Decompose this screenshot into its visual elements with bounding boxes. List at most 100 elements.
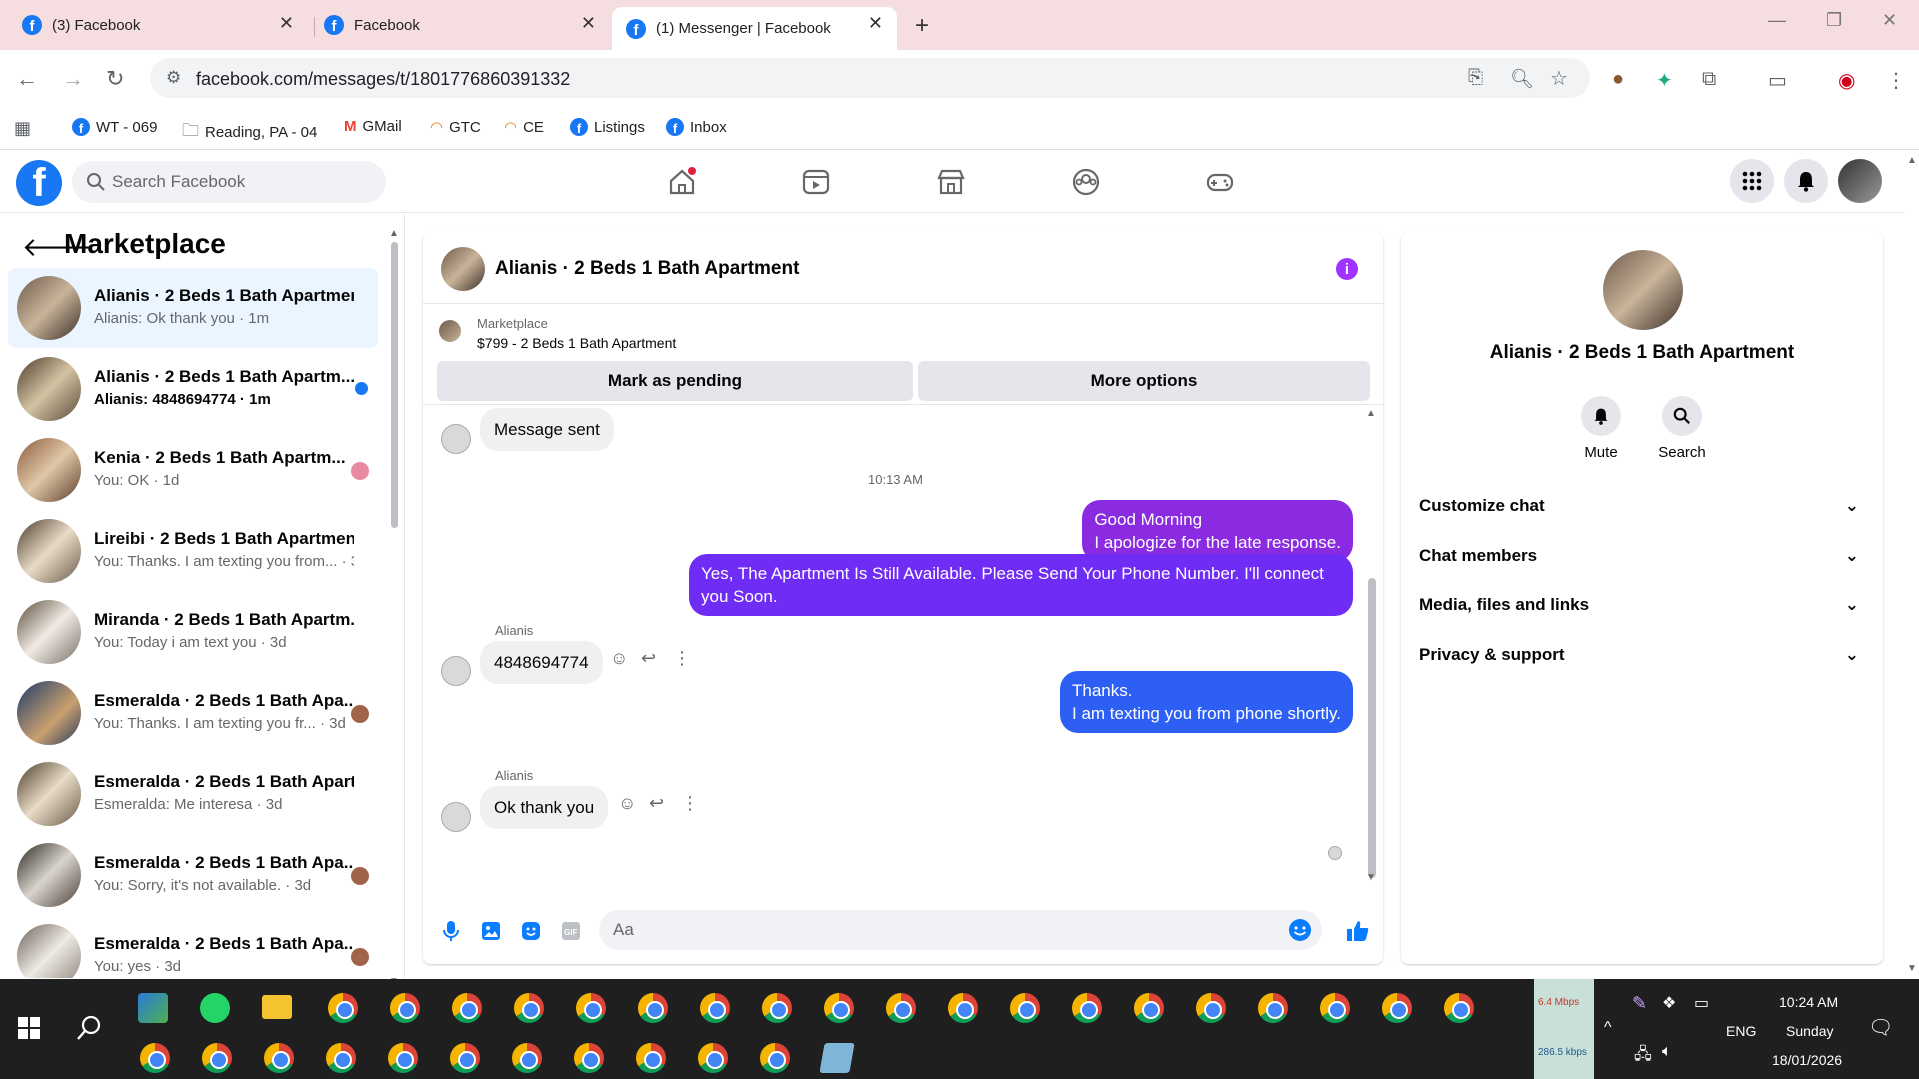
scrollbar-thumb[interactable] — [391, 242, 398, 528]
extension-icon[interactable]: ✦ — [1656, 68, 1673, 93]
battery-icon[interactable]: ▭ — [1694, 993, 1709, 1013]
chrome-window-icon[interactable] — [1258, 993, 1288, 1023]
video-nav-icon[interactable] — [801, 167, 831, 197]
chrome-window-icon[interactable] — [698, 1043, 728, 1073]
more-actions-icon[interactable]: ⋮ — [673, 648, 691, 669]
address-bar[interactable]: ⚙ facebook.com/messages/t/18017768603913… — [150, 58, 1590, 98]
file-explorer-icon[interactable] — [262, 995, 292, 1019]
bookmark-item[interactable]: 🗀 Reading, PA - 04 — [182, 118, 317, 147]
chrome-window-icon[interactable] — [576, 993, 606, 1023]
chrome-window-icon[interactable] — [450, 1043, 480, 1073]
chat-list-item[interactable]: Miranda · 2 Beds 1 Bath Apartm... You: T… — [8, 592, 378, 672]
chrome-window-icon[interactable] — [512, 1043, 542, 1073]
mute-button[interactable]: Mute — [1571, 396, 1631, 461]
facebook-logo-icon[interactable]: f — [16, 160, 62, 206]
listing-thumbnail[interactable] — [439, 320, 461, 342]
chrome-window-icon[interactable] — [140, 1043, 170, 1073]
chrome-window-icon[interactable] — [328, 993, 358, 1023]
chat-list-item[interactable]: Esmeralda · 2 Beds 1 Bath Apa... You: Th… — [8, 673, 378, 753]
apps-grid-icon[interactable]: ▦ — [14, 118, 31, 139]
windows-start-icon[interactable] — [18, 1017, 40, 1044]
groups-nav-icon[interactable] — [1071, 167, 1101, 197]
menu-kebab-icon[interactable]: ⋮ — [1886, 68, 1906, 93]
sticker-icon[interactable] — [518, 918, 544, 944]
chrome-window-icon[interactable] — [760, 1043, 790, 1073]
message-input[interactable]: Aa — [599, 910, 1322, 950]
url-text[interactable]: facebook.com/messages/t/1801776860391332 — [196, 69, 570, 90]
scroll-up-icon[interactable]: ▲ — [1907, 155, 1917, 166]
chevron-up-icon[interactable]: ^ — [1604, 1019, 1612, 1037]
chrome-window-icon[interactable] — [1382, 993, 1412, 1023]
chat-list-item[interactable]: Alianis · 2 Beds 1 Bath Apartm... Aliani… — [8, 349, 378, 429]
close-tab-icon[interactable]: ✕ — [279, 13, 294, 34]
avatar[interactable] — [441, 247, 485, 291]
bookmark-item[interactable]: ◠ GTC — [430, 118, 481, 137]
browser-tab-1[interactable]: f (3) Facebook ✕ — [8, 7, 308, 43]
chrome-window-icon[interactable] — [514, 993, 544, 1023]
browser-tab-2[interactable]: f Facebook ✕ — [310, 7, 610, 43]
chrome-window-icon[interactable] — [326, 1043, 356, 1073]
scroll-down-icon[interactable]: ▼ — [1907, 963, 1917, 974]
tab-search-icon[interactable]: ▭ — [1768, 68, 1787, 93]
chat-list-item[interactable]: Esmeralda · 2 Beds 1 Bath Apa... You: So… — [8, 835, 378, 915]
extensions-puzzle-icon[interactable]: ⧉ — [1702, 68, 1716, 91]
chrome-window-icon[interactable] — [264, 1043, 294, 1073]
account-avatar[interactable] — [1838, 159, 1882, 203]
info-icon[interactable]: i — [1336, 258, 1358, 280]
chrome-window-icon[interactable] — [1320, 993, 1350, 1023]
new-tab-button[interactable]: + — [915, 12, 929, 40]
chrome-window-icon[interactable] — [574, 1043, 604, 1073]
volume-icon[interactable]: 🔈︎ — [1662, 1043, 1672, 1061]
chrome-window-icon[interactable] — [824, 993, 854, 1023]
browser-tab-active[interactable]: f (1) Messenger | Facebook ✕ — [612, 7, 897, 50]
gif-icon[interactable]: GIF — [558, 918, 584, 944]
site-info-icon[interactable]: ⚙ — [166, 68, 181, 88]
install-app-icon[interactable]: ⎘ — [1468, 67, 1483, 89]
language-indicator[interactable]: ENG — [1726, 1023, 1756, 1039]
facebook-search-input[interactable]: Search Facebook — [72, 161, 386, 203]
chrome-window-icon[interactable] — [1134, 993, 1164, 1023]
home-nav-icon[interactable] — [667, 167, 697, 197]
reload-icon[interactable]: ↻ — [106, 66, 124, 92]
conversation-title[interactable]: Alianis · 2 Beds 1 Bath Apartment — [495, 258, 799, 280]
network-icon[interactable]: 🖧 — [1634, 1043, 1652, 1070]
bookmark-star-icon[interactable]: ☆ — [1550, 66, 1568, 91]
clock-time[interactable]: 10:24 AM — [1779, 994, 1838, 1010]
scrollbar-thumb[interactable] — [1368, 578, 1376, 878]
page-scrollbar[interactable]: ▲ ▼ — [1905, 151, 1919, 979]
chat-list-item[interactable]: Esmeralda · 2 Beds 1 Bath Apa... You: ye… — [8, 916, 378, 978]
chrome-window-icon[interactable] — [388, 1043, 418, 1073]
chrome-window-icon[interactable] — [452, 993, 482, 1023]
chrome-window-icon[interactable] — [1196, 993, 1226, 1023]
bookmark-item[interactable]: M GMail — [344, 118, 402, 135]
marketplace-nav-icon[interactable] — [936, 167, 966, 197]
search-conversation-button[interactable]: Search — [1652, 396, 1712, 461]
react-emoji-icon[interactable]: ☺ — [618, 793, 636, 814]
clock-day[interactable]: Sunday — [1786, 1023, 1833, 1039]
chat-list-item[interactable]: Alianis · 2 Beds 1 Bath Apartment Aliani… — [8, 268, 378, 348]
scroll-down-icon[interactable]: ▼ — [1366, 872, 1376, 883]
message-bubble-incoming[interactable]: Ok thank you — [480, 786, 609, 829]
more-options-button[interactable]: More options — [918, 361, 1370, 401]
chrome-window-icon[interactable] — [390, 993, 420, 1023]
listing-title[interactable]: $799 - 2 Beds 1 Bath Apartment — [477, 335, 676, 351]
reply-icon[interactable]: ↩ — [641, 648, 656, 669]
minimize-icon[interactable]: — — [1768, 10, 1786, 31]
chrome-window-icon[interactable] — [762, 993, 792, 1023]
bookmark-item[interactable]: ◠ CE — [504, 118, 544, 137]
app-icon[interactable] — [138, 993, 168, 1023]
scroll-up-icon[interactable]: ▲ — [389, 228, 399, 239]
chat-list-item[interactable]: Kenia · 2 Beds 1 Bath Apartm... You: OK … — [8, 430, 378, 510]
close-window-icon[interactable]: ✕ — [1882, 10, 1897, 31]
restore-icon[interactable]: ❐ — [1826, 10, 1842, 31]
chrome-window-icon[interactable] — [700, 993, 730, 1023]
photo-icon[interactable] — [478, 918, 504, 944]
chat-list-item[interactable]: Lireibi · 2 Beds 1 Bath Apartmen... You:… — [8, 511, 378, 591]
chat-list-item[interactable]: Esmeralda · 2 Beds 1 Bath Apart... Esmer… — [8, 754, 378, 834]
pen-icon[interactable]: ✎ — [1632, 993, 1647, 1014]
chrome-window-icon[interactable] — [886, 993, 916, 1023]
whatsapp-icon[interactable] — [200, 993, 230, 1023]
profile-icon[interactable]: ◉ — [1838, 68, 1855, 93]
notifications-bell-icon[interactable] — [1784, 159, 1828, 203]
chrome-window-icon[interactable] — [636, 1043, 666, 1073]
